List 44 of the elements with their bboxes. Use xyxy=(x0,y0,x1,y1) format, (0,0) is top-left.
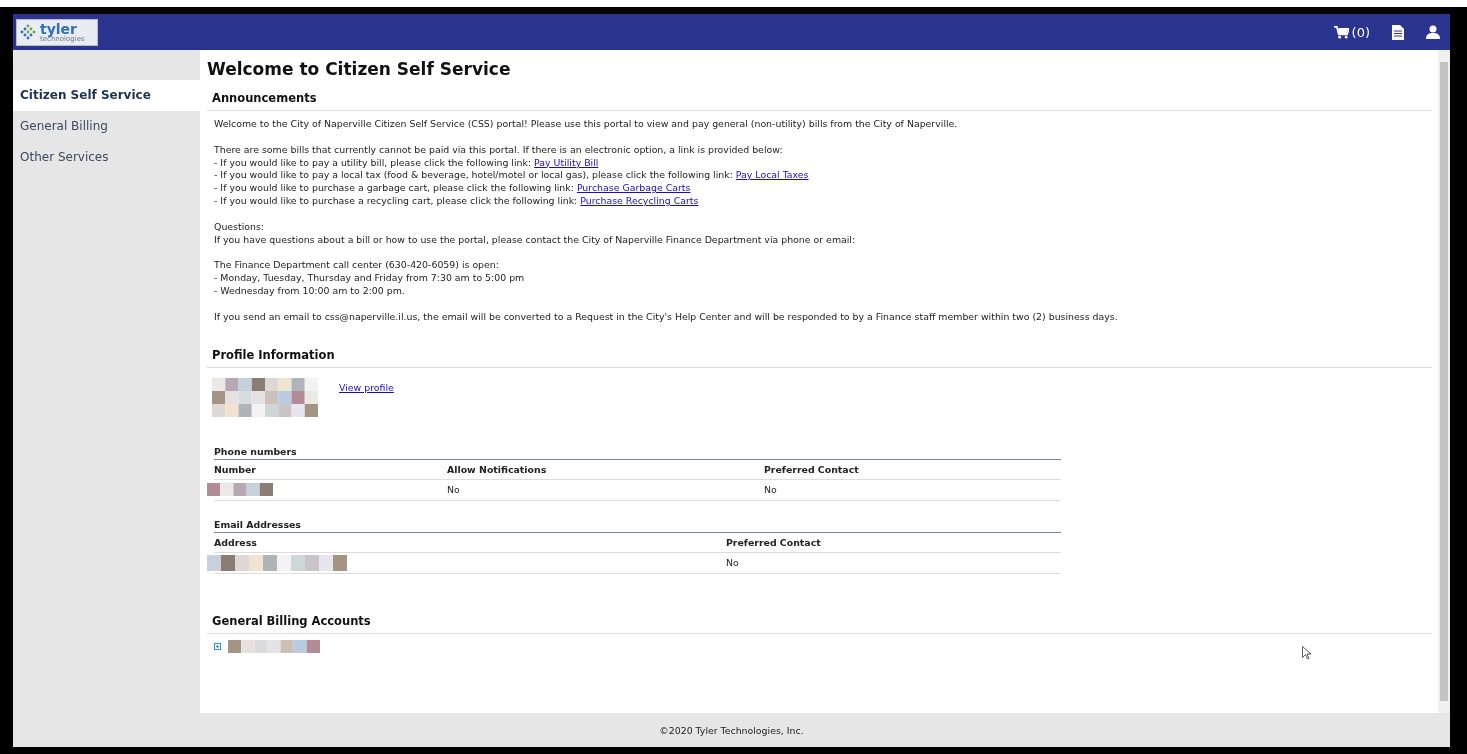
link[interactable]: Purchase Recycling Carts xyxy=(580,195,699,206)
link[interactable]: Pay Utility Bill xyxy=(534,156,599,168)
column-header: Preferred Contact xyxy=(764,463,860,475)
announcement-text: - If you would like to purchase a garbage cart, please click the following link: xyxy=(214,182,574,194)
sidebar-item[interactable]: Other Services xyxy=(13,142,200,173)
table-title: Email Addresses xyxy=(214,518,1061,533)
announcement-text: Welcome to the City of Naperville Citizen Self Service (CSS) portal! Please use this portal to view and pay general (non-utility) bills from the City of Naperville. xyxy=(214,118,958,129)
table-cell-text: No xyxy=(764,484,778,496)
table-cell-text: No xyxy=(726,557,740,569)
link[interactable]: Purchase Garbage Carts xyxy=(576,182,691,194)
sidebar-item[interactable]: Citizen Self Service xyxy=(13,80,200,111)
announcement-text: - If you would like to pay a utility bill, please click the following link: xyxy=(214,156,532,168)
table-title: Phone numbers xyxy=(214,445,1061,460)
column-header: Preferred Contact xyxy=(726,536,822,548)
page-title: Welcome to Citizen Self Service xyxy=(207,59,512,79)
announcement-text: - If you would like to purchase a recycling cart, please click the following link: xyxy=(214,195,578,206)
column-header: Address xyxy=(214,536,258,548)
column-header: Number xyxy=(214,463,257,475)
sidebar-item[interactable]: General Billing xyxy=(13,111,200,142)
announcement-text: If you have questions about a bill or how to use the portal, please contact the City of Naperville Finance Department via phone or email: xyxy=(214,233,856,245)
mouse-pointer-icon xyxy=(1302,646,1311,660)
announcement-text: The Finance Department call center (630-420-6059) is open: xyxy=(214,259,499,271)
user-icon[interactable] xyxy=(1426,25,1440,39)
announcement-text: Questions: xyxy=(214,220,264,232)
scrollbar[interactable] xyxy=(1438,50,1450,713)
table-cell-text: No xyxy=(447,484,461,496)
cart-button[interactable]: (0) xyxy=(1333,24,1370,40)
redacted-text xyxy=(207,483,273,497)
section-heading: Profile Information xyxy=(207,345,1432,368)
copyright-text: ©2020 Tyler Technologies, Inc. xyxy=(658,723,805,738)
announcement-text: - Wednesday from 10:00 am to 2:00 pm. xyxy=(214,284,405,296)
view-profile-link[interactable]: View profile xyxy=(339,381,394,393)
document-icon[interactable] xyxy=(1392,24,1404,40)
announcement-text: - Monday, Tuesday, Thursday and Friday from 7:30 am to 5:00 pm xyxy=(214,272,525,284)
cart-icon xyxy=(1333,25,1349,39)
section-heading: Announcements xyxy=(207,89,1432,111)
expand-icon[interactable] xyxy=(214,642,221,650)
link[interactable]: Pay Local Taxes xyxy=(735,169,809,181)
logo-text: tyler xyxy=(40,21,78,36)
column-header: Allow Notifications xyxy=(447,463,548,475)
section-heading: General Billing Accounts xyxy=(207,611,1432,634)
announcement-text: There are some bills that currently cannot be paid via this portal. If there is an electronic option, a link is provided below: xyxy=(214,143,783,155)
announcement-text: - If you would like to pay a local tax (food & beverage, hotel/motel or local gas), please click the following link: xyxy=(214,169,733,181)
announcement-text: If you send an email to css@naperville.il.us, the email will be converted to a Request in the City's Help Center and will be responded to by a Finance staff member within two (2) business days. xyxy=(214,310,1118,322)
